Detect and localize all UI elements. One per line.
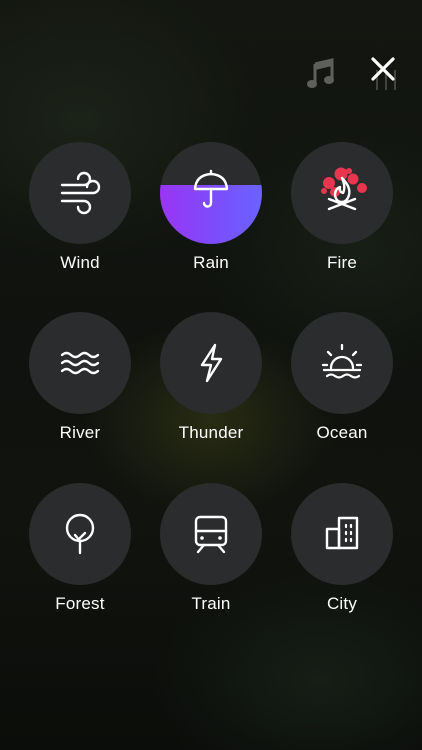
tree-icon [65,513,95,555]
sound-forest[interactable]: Forest [29,483,133,633]
sound-city[interactable]: City [291,483,395,633]
train-icon [194,515,228,554]
campfire-icon [321,167,367,211]
sound-river-circle[interactable] [29,312,131,414]
sound-fire-circle[interactable] [291,142,393,244]
music-note-icon[interactable] [306,58,336,90]
sound-forest-circle[interactable] [29,483,131,585]
lightning-icon [200,343,223,383]
sound-ocean-circle[interactable] [291,312,393,414]
sound-label: Fire [326,253,358,272]
sound-train-circle[interactable] [160,483,262,585]
wind-icon [60,171,101,215]
sound-label: Rain [193,253,229,272]
sound-rain[interactable]: Rain [160,142,264,292]
buildings-icon [325,516,359,550]
umbrella-icon [193,169,229,208]
sound-wind-circle[interactable] [29,142,131,244]
waves-icon [60,351,100,375]
sound-wind[interactable]: Wind [29,142,133,292]
close-icon [371,57,395,81]
sound-label: Forest [55,594,105,613]
sound-label: Thunder [178,423,244,442]
sound-city-circle[interactable] [291,483,393,585]
sound-label: Train [191,594,231,613]
sound-label: City [326,594,358,613]
sound-thunder-circle[interactable] [160,312,262,414]
sound-label: Wind [60,253,100,272]
sound-river[interactable]: River [29,312,133,462]
sound-ocean[interactable]: Ocean [291,312,395,462]
sound-label: Ocean [316,423,368,442]
sound-label: River [59,423,101,442]
sunset-icon [321,343,363,379]
sound-rain-circle[interactable] [160,142,262,244]
sound-thunder[interactable]: Thunder [160,312,264,462]
sound-fire[interactable]: Fire [291,142,395,292]
sound-train[interactable]: Train [160,483,264,633]
close-button[interactable] [366,52,400,86]
